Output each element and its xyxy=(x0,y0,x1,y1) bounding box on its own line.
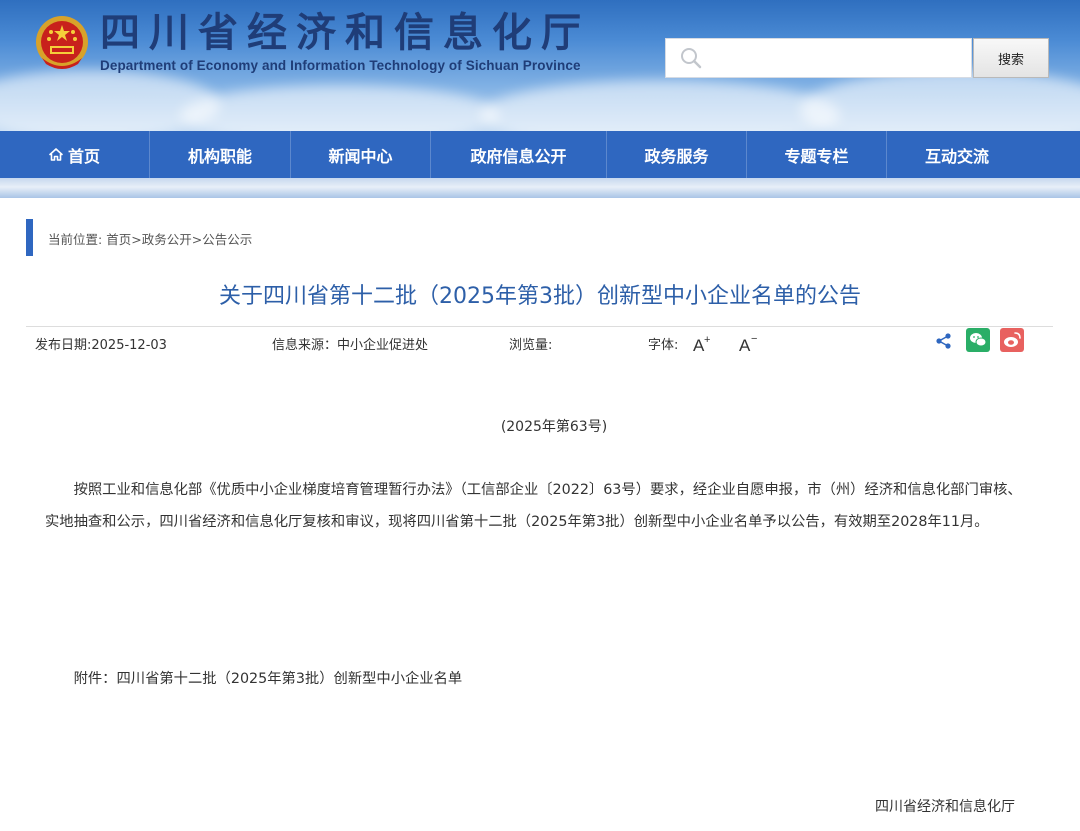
site-header: 四川省经济和信息化厅 Department of Economy and Inf… xyxy=(0,0,1080,131)
search-box[interactable] xyxy=(665,38,972,78)
nav-label: 互动交流 xyxy=(924,146,989,166)
publish-date: 发布日期:2025-12-03 xyxy=(35,334,167,353)
source-value: 中小企业促进处 xyxy=(337,338,429,353)
breadcrumb: 当前位置: 首页>政务公开>公告公示 xyxy=(48,229,252,248)
attachment-line[interactable]: 附件：四川省第十二批（2025年第3批）创新型中小企业名单 xyxy=(45,663,1025,695)
header-cloud xyxy=(180,85,500,131)
breadcrumb-separator: > xyxy=(131,232,142,247)
nav-label: 新闻中心 xyxy=(328,146,393,166)
breadcrumb-marker xyxy=(26,219,33,256)
svg-text:A: A xyxy=(739,336,751,353)
breadcrumb-announcements[interactable]: 公告公示 xyxy=(202,232,252,247)
search-input[interactable] xyxy=(712,43,971,73)
article-body-paragraph: 按照工业和信息化部《优质中小企业梯度培育管理暂行办法》（工信部企业〔2022〕6… xyxy=(45,482,1022,530)
font-size-label: 字体: xyxy=(648,338,679,353)
svg-text:+: + xyxy=(704,334,710,346)
nav-label: 专题专栏 xyxy=(784,146,849,166)
title-divider xyxy=(26,326,1053,327)
nav-item-news[interactable]: 新闻中心 xyxy=(291,131,431,178)
svg-text:−: − xyxy=(751,333,757,345)
breadcrumb-prefix: 当前位置: xyxy=(48,232,103,247)
wechat-icon[interactable] xyxy=(966,328,990,352)
search-icon xyxy=(681,48,702,69)
header-cloud xyxy=(480,80,840,131)
search-button[interactable]: 搜索 xyxy=(973,38,1049,78)
main-nav: 首页 机构职能 新闻中心 政府信息公开 政务服务 专题专栏 互动交流 xyxy=(0,131,1080,178)
site-title: 四川省经济和信息化厅 xyxy=(100,9,590,56)
header-cloud xyxy=(800,70,1080,131)
weibo-icon[interactable] xyxy=(1000,328,1024,352)
home-icon xyxy=(49,148,63,161)
nav-label: 首页 xyxy=(67,146,100,166)
nav-decor-strip xyxy=(0,178,1080,198)
nav-item-gov-info[interactable]: 政府信息公开 xyxy=(431,131,607,178)
nav-item-services[interactable]: 政务服务 xyxy=(607,131,747,178)
article-title: 关于四川省第十二批（2025年第3批）创新型中小企业名单的公告 xyxy=(219,284,861,309)
breadcrumb-gov-affairs[interactable]: 政务公开 xyxy=(142,232,192,247)
publish-date-label: 发布日期: xyxy=(35,338,92,353)
national-emblem-icon xyxy=(36,16,88,69)
source-label: 信息来源： xyxy=(272,338,338,353)
site-title-english: Department of Economy and Information Te… xyxy=(100,58,581,73)
nav-item-topics[interactable]: 专题专栏 xyxy=(747,131,887,178)
nav-item-home[interactable]: 首页 xyxy=(0,131,150,178)
font-decrease-button[interactable]: A − xyxy=(738,333,760,353)
breadcrumb-separator: > xyxy=(191,232,203,247)
font-increase-button[interactable]: A + xyxy=(692,333,714,353)
nav-item-interaction[interactable]: 互动交流 xyxy=(887,131,1027,178)
nav-label: 政府信息公开 xyxy=(470,146,567,166)
nav-label: 机构职能 xyxy=(187,146,252,166)
view-count: 浏览量: xyxy=(509,338,553,353)
info-source: 信息来源：中小企业促进处 xyxy=(272,334,428,353)
breadcrumb-home[interactable]: 首页 xyxy=(106,232,131,247)
nav-item-functions[interactable]: 机构职能 xyxy=(150,131,291,178)
publish-date-value: 2025-12-03 xyxy=(91,338,167,353)
document-number: (2025年第63号) xyxy=(500,419,608,435)
signature: 四川省经济和信息化厅 xyxy=(875,799,1015,815)
nav-label: 政务服务 xyxy=(644,146,709,166)
share-icon[interactable] xyxy=(935,332,953,350)
